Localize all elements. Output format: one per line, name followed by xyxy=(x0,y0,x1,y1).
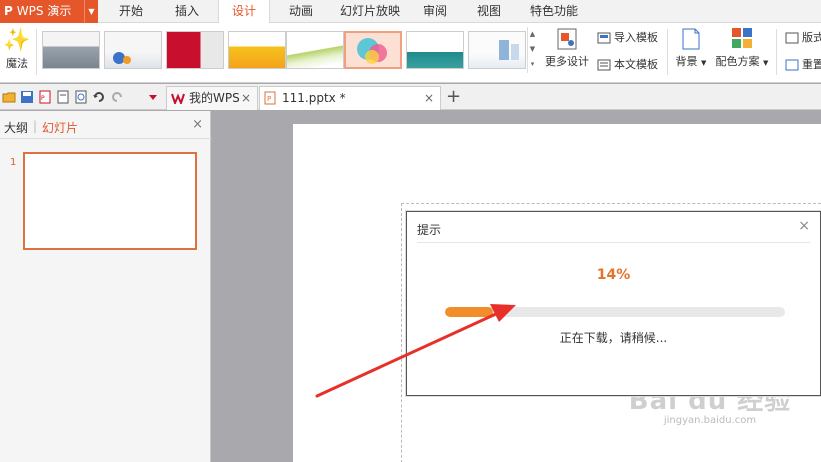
chevron-down-icon[interactable]: ▼ xyxy=(84,0,98,23)
template-thumbnail-selected[interactable] xyxy=(344,31,402,69)
magic-button[interactable]: ✨ 魔法 xyxy=(2,27,32,79)
layout-label: 版式 xyxy=(802,31,821,44)
tab-outline[interactable]: 大纲 xyxy=(4,119,28,136)
template-thumbnail[interactable] xyxy=(166,31,224,69)
divider xyxy=(667,29,668,75)
print-icon[interactable] xyxy=(56,90,70,104)
menu-bar: P WPS 演示 ▼ 开始 插入 设计 动画 幻灯片放映 审阅 视图 特色功能 xyxy=(0,0,821,23)
template-gallery xyxy=(38,27,526,75)
tab-insert[interactable]: 插入 xyxy=(164,0,210,23)
progress-status: 正在下载，请稍候... xyxy=(559,331,668,345)
svg-text:P: P xyxy=(267,95,271,103)
layout-icon xyxy=(785,32,799,44)
save-icon[interactable] xyxy=(20,90,34,104)
pptx-file-icon: P xyxy=(264,91,276,105)
doc-tab-mywps[interactable]: 我的WPS × xyxy=(166,86,258,110)
progress-fill xyxy=(445,307,493,317)
palette-icon xyxy=(732,28,752,48)
divider xyxy=(776,29,777,75)
ribbon: ✨ 魔法 ▲ ▼ ▾ 更多设计 导入模板 本文模板 背景 ▼ 配色方案 ▼ 版式… xyxy=(0,23,821,83)
more-design-button[interactable]: 更多设计 xyxy=(542,27,592,69)
slides-panel: 大纲 | 幻灯片 × 1 xyxy=(0,111,211,462)
download-dialog: 提示 × 14% 正在下载，请稍候... xyxy=(406,211,821,396)
tab-slideshow[interactable]: 幻灯片放映 xyxy=(336,0,404,23)
svg-text:P: P xyxy=(41,95,45,102)
reset-label: 重置 xyxy=(802,58,821,71)
dialog-divider xyxy=(417,242,810,243)
background-label: 背景 xyxy=(675,55,698,68)
new-tab-button[interactable]: + xyxy=(446,87,461,107)
expand-icon[interactable]: ▾ xyxy=(528,57,537,72)
background-icon xyxy=(682,28,700,50)
quick-access-bar: P 我的WPS × P 111.pptx * × + xyxy=(0,84,821,110)
doc-tab-label: 111.pptx * xyxy=(282,91,346,105)
slide-thumbnail[interactable] xyxy=(23,152,197,250)
chevron-down-icon: ▼ xyxy=(763,59,769,67)
reset-icon xyxy=(785,59,799,71)
template-thumbnail[interactable] xyxy=(228,31,286,69)
dialog-title: 提示 xyxy=(417,223,442,237)
text-template-label: 本文模板 xyxy=(614,58,658,71)
close-icon[interactable]: × xyxy=(424,87,434,109)
tab-divider: | xyxy=(33,119,38,133)
import-template-button[interactable]: 导入模板 xyxy=(597,29,658,45)
close-icon[interactable]: × xyxy=(192,117,203,132)
export-pdf-icon[interactable]: P xyxy=(38,90,52,104)
slide-number: 1 xyxy=(10,157,17,168)
doc-tab-label: 我的WPS xyxy=(189,91,240,105)
tab-view[interactable]: 视图 xyxy=(468,0,510,23)
reset-button[interactable]: 重置 xyxy=(785,56,821,72)
progress-bar xyxy=(445,307,785,317)
redo-icon[interactable] xyxy=(110,90,124,104)
template-thumbnail[interactable] xyxy=(286,31,344,69)
text-template-button[interactable]: 本文模板 xyxy=(597,56,658,72)
template-thumbnail[interactable] xyxy=(104,31,162,69)
magic-label: 魔法 xyxy=(6,57,28,70)
background-button[interactable]: 背景 ▼ xyxy=(672,27,710,69)
more-design-label: 更多设计 xyxy=(545,55,589,68)
template-thumbnail[interactable] xyxy=(42,31,100,69)
design-icon xyxy=(557,28,577,50)
layout-button[interactable]: 版式 xyxy=(785,29,821,45)
tab-home[interactable]: 开始 xyxy=(108,0,154,23)
app-name: WPS 演示 xyxy=(16,4,72,18)
chevron-up-icon[interactable]: ▲ xyxy=(528,27,537,42)
gallery-scroller[interactable]: ▲ ▼ ▾ xyxy=(527,27,537,73)
close-icon[interactable]: × xyxy=(798,218,810,234)
open-folder-icon[interactable] xyxy=(2,90,16,104)
tab-design[interactable]: 设计 xyxy=(218,0,270,23)
panel-tabs: 大纲 | 幻灯片 × xyxy=(0,111,211,139)
tab-slides[interactable]: 幻灯片 xyxy=(42,119,78,136)
color-scheme-button[interactable]: 配色方案 ▼ xyxy=(714,27,770,69)
chevron-down-icon: ▼ xyxy=(701,59,707,67)
chevron-down-icon[interactable]: ▼ xyxy=(528,42,537,57)
close-icon[interactable]: × xyxy=(241,87,251,109)
tab-special[interactable]: 特色功能 xyxy=(524,0,584,23)
undo-icon[interactable] xyxy=(92,90,106,104)
wps-logo-icon: P xyxy=(4,4,13,18)
template-thumbnail[interactable] xyxy=(406,31,464,69)
import-template-label: 导入模板 xyxy=(614,31,658,44)
customize-dropdown-icon[interactable] xyxy=(146,90,160,104)
template-thumbnail[interactable] xyxy=(468,31,526,69)
doc-tab-pptx[interactable]: P 111.pptx * × xyxy=(259,86,441,110)
tab-review[interactable]: 审阅 xyxy=(414,0,456,23)
color-scheme-label: 配色方案 xyxy=(715,55,760,68)
app-menu-button[interactable]: P WPS 演示 ▼ xyxy=(0,0,98,23)
document-icon xyxy=(597,59,611,71)
print-preview-icon[interactable] xyxy=(74,90,88,104)
import-icon xyxy=(597,32,611,44)
divider xyxy=(36,29,37,75)
tab-animation[interactable]: 动画 xyxy=(278,0,324,23)
progress-percent: 14% xyxy=(596,267,631,283)
wps-logo-icon xyxy=(171,93,185,104)
magic-wand-icon: ✨ xyxy=(3,28,31,53)
